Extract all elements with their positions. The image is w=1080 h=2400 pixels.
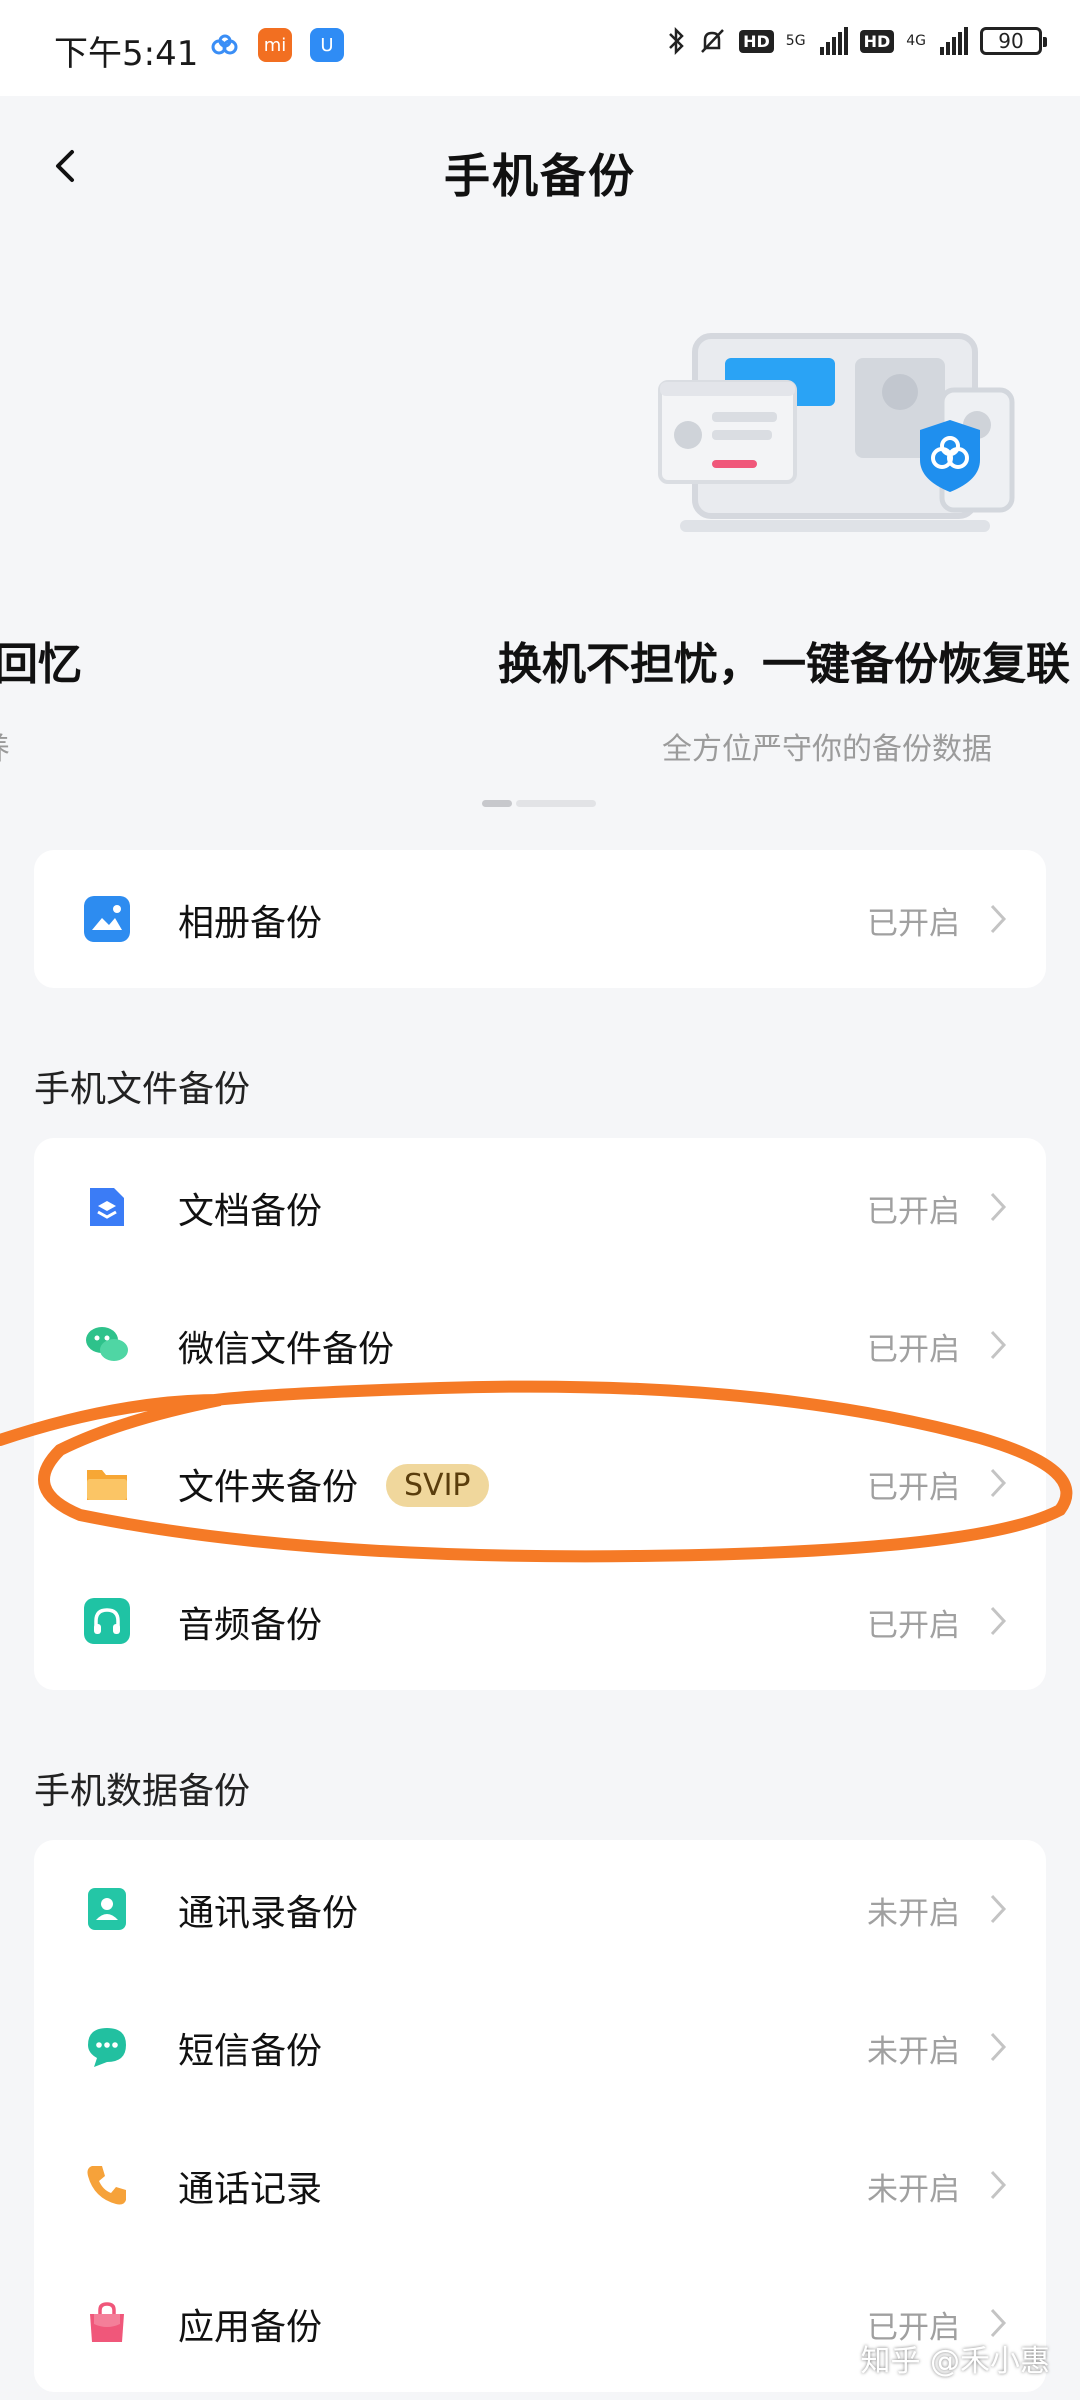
file-backup-card: 文档备份 已开启 微信文件备份 已开启 文件夹备份 SVIP 已开启 音频备份 … <box>34 1138 1046 1690</box>
chevron-right-icon <box>990 2308 1007 2338</box>
carousel-dot <box>516 800 596 807</box>
mi-app-icon: mi <box>258 28 292 62</box>
contact-icon <box>88 1888 126 1930</box>
carousel-sub-prev: 养 <box>0 724 10 768</box>
mute-bell-icon <box>701 29 725 53</box>
status-indicators: HD 5G HD 4G 90 <box>667 26 1047 56</box>
chevron-right-icon <box>990 2032 1007 2062</box>
album-backup-card: 相册备份 已开启 <box>34 850 1046 988</box>
row-status: 已开启 <box>867 906 960 942</box>
chevron-right-icon <box>990 1468 1007 1498</box>
battery-level: 90 <box>998 29 1024 53</box>
row-album-backup[interactable]: 相册备份 已开启 <box>34 850 1046 988</box>
status-time: 下午5:41 <box>54 34 199 74</box>
shield-app-icon: U <box>310 28 344 62</box>
document-icon <box>90 1188 124 1226</box>
carousel-slogan-prev: 回忆 <box>0 639 82 690</box>
row-label: 文件夹备份 <box>178 1467 359 1508</box>
row-audio-backup[interactable]: 音频备份 已开启 <box>34 1552 1046 1690</box>
row-label: 短信备份 <box>178 2031 323 2072</box>
row-label: 微信文件备份 <box>178 1329 395 1370</box>
row-label: 文档备份 <box>178 1191 323 1232</box>
battery-indicator: 90 <box>980 27 1047 55</box>
carousel-dot-active <box>482 800 512 807</box>
chevron-right-icon <box>990 904 1007 934</box>
message-icon <box>88 2028 126 2067</box>
chevron-right-icon <box>990 1192 1007 1222</box>
hd-badge-1: HD <box>739 29 774 53</box>
row-status: 已开启 <box>867 1332 960 1368</box>
section-title-files: 手机文件备份 <box>34 1069 251 1110</box>
chevron-right-icon <box>990 1894 1007 1924</box>
row-label: 通讯录备份 <box>178 1893 359 1934</box>
row-label: 相册备份 <box>178 903 323 944</box>
status-bar: 下午5:41 mi U HD 5G HD 4G 90 <box>0 0 1080 96</box>
signal-bars-2 <box>940 27 968 55</box>
row-label-with-badge: 文件夹备份 SVIP <box>178 1458 489 1511</box>
page-title: 手机备份 <box>444 149 636 203</box>
backup-illustration <box>658 333 1015 532</box>
app-bag-icon <box>90 2302 124 2342</box>
signal-bars-1 <box>819 27 848 55</box>
row-wechat-file-backup[interactable]: 微信文件备份 已开启 <box>34 1276 1046 1414</box>
chevron-right-icon <box>990 1606 1007 1636</box>
row-sms-backup[interactable]: 短信备份 未开启 <box>34 1978 1046 2116</box>
phone-icon <box>87 2166 126 2205</box>
headphone-icon <box>84 1598 130 1644</box>
svip-badge: SVIP <box>386 1463 489 1507</box>
network-5g: 5G <box>785 33 806 49</box>
network-4g: 4G <box>906 33 926 49</box>
carousel-subtitle: 全方位严守你的备份数据 <box>662 732 992 767</box>
carousel-indicator <box>482 800 596 807</box>
row-status: 已开启 <box>867 1608 960 1644</box>
photo-icon <box>84 896 130 942</box>
carousel-slogan: 换机不担忧，一键备份恢复联 <box>498 639 1070 690</box>
folder-icon <box>87 1470 127 1500</box>
row-contacts-backup[interactable]: 通讯录备份 未开启 <box>34 1840 1046 1978</box>
row-status: 已开启 <box>867 1194 960 1230</box>
row-status: 未开启 <box>867 1896 960 1932</box>
chevron-right-icon <box>990 1330 1007 1360</box>
hd-badge-2: HD <box>859 29 895 53</box>
status-app-icons: mi U <box>210 28 344 62</box>
chevron-right-icon <box>990 2170 1007 2200</box>
wechat-icon <box>86 1327 128 1361</box>
row-status: 未开启 <box>867 2172 960 2208</box>
data-backup-card: 通讯录备份 未开启 短信备份 未开启 通话记录 未开启 应用备份 已开启 <box>34 1840 1046 2392</box>
section-title-data: 手机数据备份 <box>34 1771 251 1812</box>
row-label: 应用备份 <box>178 2307 323 2348</box>
row-label: 音频备份 <box>178 1605 323 1646</box>
row-folder-backup[interactable]: 文件夹备份 SVIP 已开启 <box>34 1414 1046 1552</box>
row-document-backup[interactable]: 文档备份 已开启 <box>34 1138 1046 1276</box>
row-call-log-backup[interactable]: 通话记录 未开启 <box>34 2116 1046 2254</box>
cloud-sync-icon <box>211 34 238 55</box>
top-nav: 手机备份 <box>0 100 1080 240</box>
row-label: 通话记录 <box>178 2169 323 2210</box>
watermark: 知乎 @禾小惠 <box>860 2344 1050 2379</box>
row-status: 已开启 <box>867 1470 960 1506</box>
bluetooth-icon <box>669 26 684 56</box>
row-status: 未开启 <box>867 2034 960 2070</box>
